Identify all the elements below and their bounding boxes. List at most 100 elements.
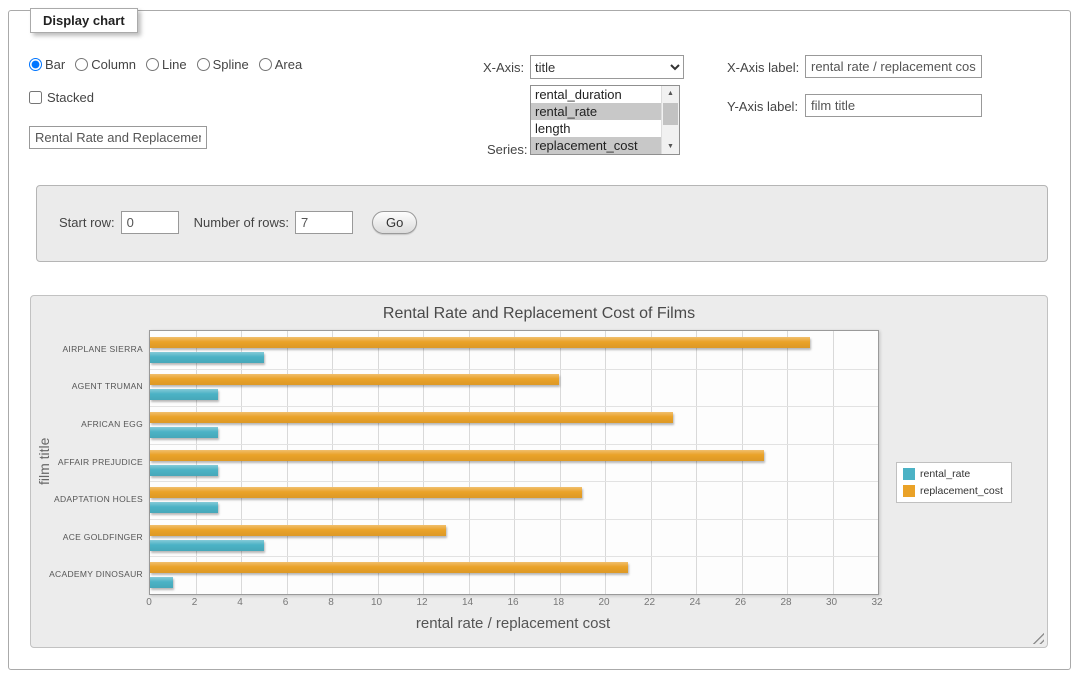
bar-replacement_cost [150, 374, 559, 385]
gridline-h [150, 406, 878, 407]
x-tick-label: 14 [462, 597, 473, 608]
bar-replacement_cost [150, 450, 764, 461]
chart-panel: Rental Rate and Replacement Cost of Film… [30, 295, 1048, 648]
x-tick-label: 18 [553, 597, 564, 608]
x-tick-label: 26 [735, 597, 746, 608]
bar-rental_rate [150, 427, 218, 438]
gridline-v [287, 331, 288, 594]
radio-spline[interactable] [197, 58, 210, 71]
resize-handle-icon[interactable] [1032, 632, 1044, 644]
listbox-scrollbar[interactable]: ▲ ▼ [661, 86, 679, 154]
y-category-label: ACADEMY DINOSAUR [49, 569, 143, 579]
x-axis-select[interactable]: title [530, 55, 684, 79]
panel-title: Display chart [30, 8, 138, 33]
bar-rental_rate [150, 540, 264, 551]
gridline-v [605, 331, 606, 594]
chart-title: Rental Rate and Replacement Cost of Film… [31, 305, 1047, 323]
gridline-v [423, 331, 424, 594]
x-tick-label: 10 [371, 597, 382, 608]
x-tick-label: 4 [237, 597, 243, 608]
bar-rental_rate [150, 502, 218, 513]
bar-replacement_cost [150, 412, 673, 423]
scrollbar-thumb[interactable] [663, 103, 678, 125]
radio-area-label: Area [275, 57, 302, 72]
bar-replacement_cost [150, 487, 582, 498]
gridline-v [514, 331, 515, 594]
y-category-label: AFFAIR PREJUDICE [58, 457, 143, 467]
legend-label: replacement_cost [920, 485, 1003, 497]
gridline-v [651, 331, 652, 594]
bar-rental_rate [150, 389, 218, 400]
bar-rental_rate [150, 465, 218, 476]
gridline-h [150, 481, 878, 482]
gridline-v [378, 331, 379, 594]
display-chart-panel: Display chart Bar Column Line Spline Are… [8, 10, 1071, 670]
gridline-h [150, 444, 878, 445]
series-options: rental_duration rental_rate length repla… [531, 86, 662, 154]
legend-swatch-replacement_cost [903, 485, 915, 497]
start-row-input[interactable] [121, 211, 179, 234]
x-tick-label: 24 [689, 597, 700, 608]
y-axis-categories: AIRPLANE SIERRAAGENT TRUMANAFRICAN EGGAF… [31, 330, 143, 593]
x-axis-label-input[interactable] [805, 55, 982, 78]
go-button[interactable]: Go [372, 211, 417, 234]
y-category-label: AFRICAN EGG [81, 419, 143, 429]
chart-type-option-column[interactable]: Column [75, 57, 136, 72]
y-axis-label-field-label: Y-Axis label: [727, 99, 798, 114]
bar-replacement_cost [150, 525, 446, 536]
chart-type-option-area[interactable]: Area [259, 57, 302, 72]
legend-label: rental_rate [920, 468, 970, 480]
chart-type-option-spline[interactable]: Spline [197, 57, 249, 72]
x-axis-field-label: X-Axis: [483, 60, 524, 75]
stacked-checkbox[interactable] [29, 91, 42, 104]
y-axis-label-input[interactable] [805, 94, 982, 117]
x-tick-label: 16 [507, 597, 518, 608]
gridline-h [150, 369, 878, 370]
radio-column[interactable] [75, 58, 88, 71]
chart-type-radio-group: Bar Column Line Spline Area [29, 57, 312, 72]
radio-area[interactable] [259, 58, 272, 71]
x-tick-label: 0 [146, 597, 152, 608]
start-row-label: Start row: [59, 215, 115, 230]
series-option-rental-rate[interactable]: rental_rate [531, 103, 662, 120]
radio-bar-label: Bar [45, 57, 65, 72]
series-option-length[interactable]: length [531, 120, 662, 137]
series-field-label: Series: [487, 142, 527, 157]
stacked-label: Stacked [47, 90, 94, 105]
chart-type-option-bar[interactable]: Bar [29, 57, 65, 72]
x-tick-label: 28 [780, 597, 791, 608]
x-tick-label: 30 [826, 597, 837, 608]
radio-bar[interactable] [29, 58, 42, 71]
x-axis-title: rental rate / replacement cost [149, 615, 877, 632]
gridline-v [241, 331, 242, 594]
bar-rental_rate [150, 577, 173, 588]
series-option-rental-duration[interactable]: rental_duration [531, 86, 662, 103]
radio-line-label: Line [162, 57, 187, 72]
chart-type-option-line[interactable]: Line [146, 57, 187, 72]
stacked-option[interactable]: Stacked [29, 90, 94, 105]
x-tick-label: 6 [283, 597, 289, 608]
x-tick-label: 32 [871, 597, 882, 608]
legend-entry: rental_rate [903, 468, 1003, 480]
x-tick-label: 2 [192, 597, 198, 608]
bar-rental_rate [150, 352, 264, 363]
number-of-rows-input[interactable] [295, 211, 353, 234]
gridline-v [742, 331, 743, 594]
y-category-label: AGENT TRUMAN [72, 381, 143, 391]
gridline-v [469, 331, 470, 594]
gridline-h [150, 556, 878, 557]
series-option-replacement-cost[interactable]: replacement_cost [531, 137, 662, 154]
chart-title-input[interactable] [29, 126, 207, 149]
bar-replacement_cost [150, 337, 810, 348]
scroll-up-icon[interactable]: ▲ [662, 86, 679, 101]
gridline-v [833, 331, 834, 594]
x-axis-ticks: 02468101214161820222426283032 [149, 597, 877, 611]
x-axis-label-field-label: X-Axis label: [727, 60, 799, 75]
x-tick-label: 8 [328, 597, 334, 608]
radio-column-label: Column [91, 57, 136, 72]
scroll-down-icon[interactable]: ▼ [662, 139, 679, 154]
rows-controls: Start row: Number of rows: Go [59, 211, 417, 234]
radio-line[interactable] [146, 58, 159, 71]
gridline-h [150, 519, 878, 520]
series-listbox[interactable]: rental_duration rental_rate length repla… [530, 85, 680, 155]
